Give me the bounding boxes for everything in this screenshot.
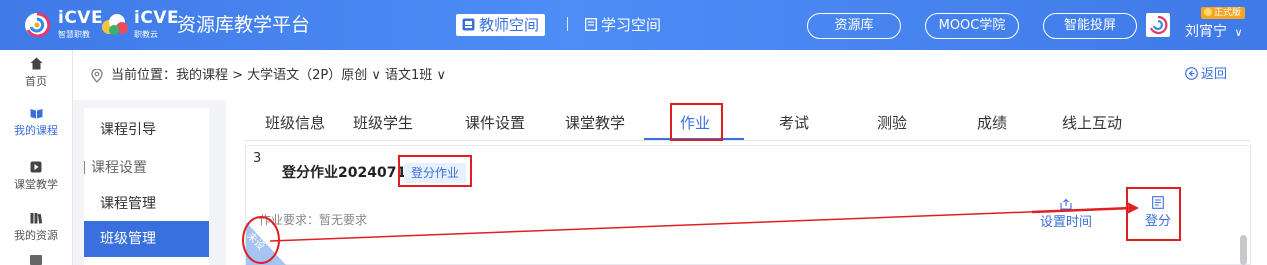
nav-label-classroom: 课堂教学 [14,178,58,191]
nav-item-my-resources[interactable]: 我的资源 [0,212,72,243]
annotation-box-homework-tab [670,103,723,141]
nav-item-home[interactable]: 首页 [0,57,72,89]
subnav-class-manage[interactable]: 班级管理 [84,221,209,257]
nav-item-my-courses[interactable]: 我的课程 [0,108,72,138]
annotation-box-type-tag [398,155,472,187]
annotation-box-grade [1126,187,1181,241]
annotation-ellipse-corner [242,216,280,264]
library-icon [30,213,42,224]
subnav-course-manage[interactable]: 课程管理 [84,194,209,214]
nav-label-my-courses: 我的课程 [14,124,58,137]
edition-badge-label: 正式版 [1214,8,1242,18]
assignment-card [245,145,1251,265]
top-bar: iCVE 智慧职教 iCVE 职教云 资源库教学平台 教师空间 学习空间 资源库… [0,0,1267,50]
play-icon [30,161,42,173]
study-icon [585,18,597,31]
nav-item-classroom[interactable]: 课堂教学 [0,161,72,192]
chevron-down-icon: ∨ [1234,26,1243,39]
zjy-logo-text: iCVE [134,8,180,28]
back-label: 返回 [1201,67,1228,82]
tab-divider [567,17,568,31]
back-icon [1185,67,1198,80]
assignment-index: 3 [253,151,262,166]
smart-screen-button[interactable]: 智能投屏 [1043,13,1137,39]
course-subnav: 课程引导 课程设置 课程管理 班级管理 [84,108,209,265]
icve-logo-icon [25,12,51,38]
icve-logo-subtitle: 智慧职教 [58,30,90,39]
tab-quiz[interactable]: 测验 [877,113,907,133]
set-time-button[interactable]: 设置时间 [1038,198,1094,230]
teacher-icon [462,18,475,31]
back-button[interactable]: 返回 [1185,67,1227,83]
set-time-label: 设置时间 [1039,215,1092,230]
breadcrumb-bar: 当前位置：我的课程 > 大学语文（2P）原创 ∨ 语文1班 ∨ 返回 [73,50,1267,100]
zjy-logo-icon [102,14,128,35]
book-icon [30,109,42,119]
avatar-logo-icon [1149,15,1168,35]
user-menu[interactable]: 刘宵宁 ∨ [1185,22,1243,43]
icve-logo-text: iCVE [58,8,104,28]
upload-time-icon [1060,198,1072,210]
study-space-tab[interactable]: 学习空间 [585,14,661,36]
more-nav-icon[interactable] [30,255,42,265]
teacher-space-tab[interactable]: 教师空间 [456,14,546,36]
avatar[interactable] [1146,13,1170,37]
edition-badge: 正式版 [1201,7,1246,19]
tab-online-interaction[interactable]: 线上互动 [1062,113,1122,133]
resource-library-button[interactable]: 资源库 [807,13,901,39]
tab-exam[interactable]: 考试 [779,113,809,133]
platform-title: 资源库教学平台 [177,14,311,36]
home-icon [30,57,42,70]
tab-classroom-teaching[interactable]: 课堂教学 [565,113,625,133]
tab-courseware-settings[interactable]: 课件设置 [465,113,525,133]
tab-grades[interactable]: 成绩 [977,113,1007,133]
subnav-settings-group: 课程设置 [84,158,209,178]
group-marker [84,161,85,174]
tab-divider-line [244,140,1250,141]
location-icon [91,69,103,83]
subnav-course-guide[interactable]: 课程引导 [84,120,209,140]
teacher-space-label: 教师空间 [479,16,540,34]
nav-label-home: 首页 [25,75,47,88]
breadcrumb[interactable]: 当前位置：我的课程 > 大学语文（2P）原创 ∨ 语文1班 ∨ [111,68,446,84]
left-nav: 首页 我的课程 课堂教学 我的资源 [0,50,73,265]
user-name: 刘宵宁 [1185,24,1227,40]
tab-class-info[interactable]: 班级信息 [265,113,325,133]
badge-dot-icon [1204,8,1212,16]
tab-class-students[interactable]: 班级学生 [353,113,413,133]
zjy-logo-subtitle: 职教云 [134,30,158,39]
assignment-title[interactable]: 登分作业20240711 [282,164,416,182]
subnav-settings-label: 课程设置 [91,160,147,176]
scrollbar-thumb[interactable] [1240,235,1247,265]
mooc-college-button[interactable]: MOOC学院 [925,13,1019,39]
nav-label-my-resources: 我的资源 [14,229,58,242]
study-space-label: 学习空间 [601,16,662,34]
